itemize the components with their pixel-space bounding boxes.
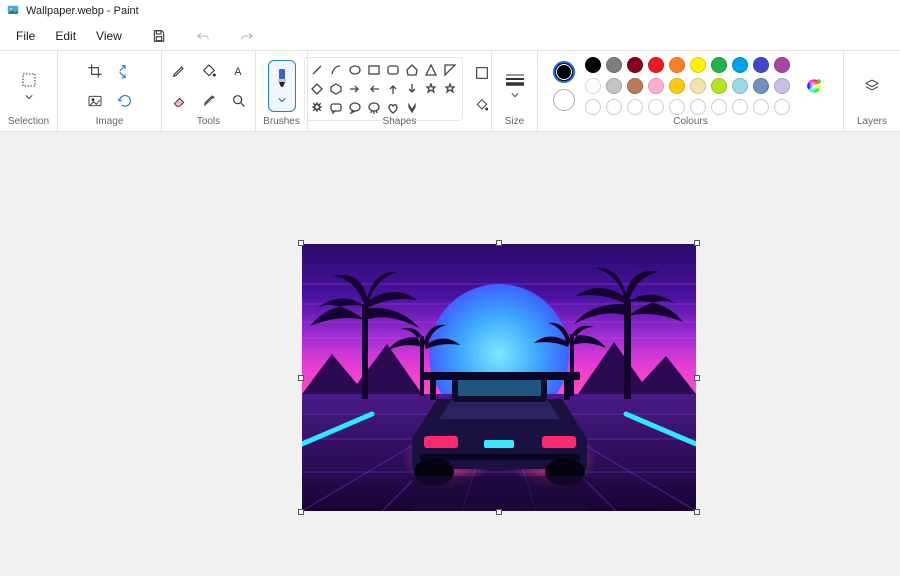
resize-handle-bm[interactable] [496,509,502,515]
colour-palette-row1[interactable] [585,57,790,73]
group-label-layers: Layers [857,116,887,127]
colour-swatch[interactable] [732,99,748,115]
colour-swatch[interactable] [690,57,706,73]
resize-handle-mr[interactable] [694,375,700,381]
colour-picker-tool[interactable] [196,88,222,114]
fill-tool[interactable] [196,58,222,84]
colour-palette-custom[interactable] [585,99,790,115]
colour-swatch[interactable] [711,78,727,94]
pencil-tool[interactable] [166,58,192,84]
group-image: Image [58,51,162,131]
colour-swatch[interactable] [690,99,706,115]
group-label-shapes: Shapes [383,116,417,127]
colour-swatch[interactable] [606,57,622,73]
eraser-tool[interactable] [166,88,192,114]
colour-swatch[interactable] [753,99,769,115]
colour-swatch[interactable] [774,99,790,115]
colour-swatch[interactable] [732,57,748,73]
colour-swatch[interactable] [627,78,643,94]
magnifier-tool[interactable] [226,88,252,114]
edit-colours-button[interactable]: + [800,72,828,100]
group-label-size: Size [505,116,524,127]
colour-secondary[interactable] [553,89,575,111]
menu-view[interactable]: View [86,25,132,47]
brushes-button[interactable] [268,60,296,112]
svg-text:A: A [234,66,242,78]
colour-swatch[interactable] [585,99,601,115]
colour-swatch[interactable] [585,78,601,94]
group-shapes: Shapes [308,51,492,131]
resize-handle-bl[interactable] [298,509,304,515]
colour-palette-row2[interactable] [585,78,790,94]
colour-swatch[interactable] [669,99,685,115]
resize-handle-tl[interactable] [298,240,304,246]
window-title: Wallpaper.webp - Paint [26,5,139,17]
colour-swatch[interactable] [627,57,643,73]
resize-handle-ml[interactable] [298,375,304,381]
text-tool[interactable]: A [226,58,252,84]
colour-swatch[interactable] [753,78,769,94]
group-layers: Layers [844,51,900,131]
redo-button[interactable] [234,23,260,49]
colour-swatch[interactable] [711,99,727,115]
image-canvas[interactable] [302,244,696,511]
select-tool[interactable] [15,60,43,112]
colour-swatch[interactable] [648,99,664,115]
app-icon [6,4,20,18]
crop-button[interactable] [82,58,108,84]
group-label-image: Image [96,116,124,127]
canvas-image [302,244,696,511]
menu-bar: File Edit View [0,22,900,50]
undo-button[interactable] [190,23,216,49]
resize-handle-tr[interactable] [694,240,700,246]
colour-swatch[interactable] [585,57,601,73]
colour-wheel-icon: + [806,78,822,94]
group-tools: A Tools [162,51,256,131]
group-label-tools: Tools [197,116,220,127]
menu-edit[interactable]: Edit [45,25,86,47]
resize-handle-tm[interactable] [496,240,502,246]
title-bar: Wallpaper.webp - Paint [0,0,900,22]
colour-swatch[interactable] [606,99,622,115]
size-button[interactable] [501,60,529,112]
group-selection: Selection [0,51,58,131]
colour-swatch[interactable] [648,78,664,94]
shapes-gallery[interactable] [304,57,463,121]
colour-primary[interactable] [553,61,575,83]
colour-swatch[interactable] [753,57,769,73]
colour-swatch[interactable] [648,57,664,73]
rotate-button[interactable] [112,88,138,114]
group-colours: + Colours [538,51,844,131]
colour-swatch[interactable] [774,78,790,94]
colour-swatch[interactable] [669,57,685,73]
save-button[interactable] [146,23,172,49]
group-size: Size [492,51,538,131]
colour-swatch[interactable] [732,78,748,94]
colour-swatch[interactable] [690,78,706,94]
image-gen-button[interactable] [82,88,108,114]
canvas-area[interactable] [0,132,900,576]
colour-swatch[interactable] [669,78,685,94]
ribbon: Selection Image A Tools [0,50,900,132]
svg-text:+: + [817,80,819,84]
menu-file[interactable]: File [6,25,45,47]
resize-handle-br[interactable] [694,509,700,515]
layers-button[interactable] [857,71,887,101]
colour-swatch[interactable] [606,78,622,94]
group-label-colours: Colours [673,116,707,127]
colour-swatch[interactable] [774,57,790,73]
colour-swatch[interactable] [627,99,643,115]
group-label-selection: Selection [8,116,49,127]
resize-button[interactable] [112,58,138,84]
colour-swatch[interactable] [711,57,727,73]
